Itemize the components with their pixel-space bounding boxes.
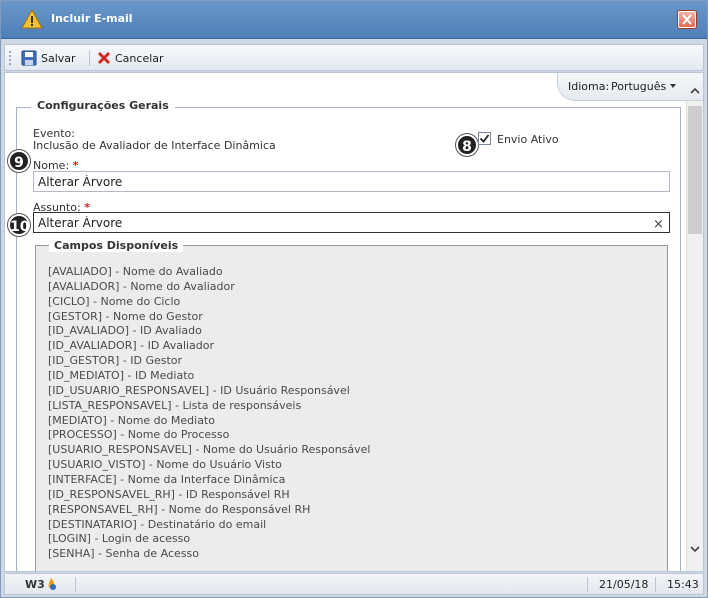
available-field-item: [USUARIO_VISTO] - Nome do Usuário Visto [48, 458, 282, 472]
toolbar-grip [9, 51, 11, 65]
name-input[interactable] [33, 171, 670, 192]
toolbar-separator [89, 50, 90, 66]
active-label: Envio Ativo [497, 133, 559, 146]
available-field-item: [AVALIADOR] - Nome do Avaliador [48, 279, 235, 293]
flame-logo-icon [48, 578, 56, 590]
available-fields-list: [AVALIADO] - Nome do Avaliado [AVALIADOR]… [48, 265, 371, 562]
available-field-item: [ID_AVALIADO] - ID Avaliado [48, 324, 202, 338]
available-field-item: [ID_USUARIO_RESPONSAVEL] - ID Usuário Re… [48, 383, 350, 397]
available-field-item: [MEDIATO] - Nome do Mediato [48, 413, 215, 427]
status-separator [655, 577, 656, 592]
available-field-item: [USUARIO_RESPONSAVEL] - Nome do Usuário … [48, 443, 371, 457]
step-badge-8: 8 [456, 134, 478, 156]
event-value: Inclusão de Avaliador de Interface Dinâm… [33, 139, 276, 152]
section-title: Configurações Gerais [31, 99, 175, 112]
available-field-item: [PROCESSO] - Nome do Processo [48, 428, 230, 442]
available-field-item: [CICLO] - Nome do Ciclo [48, 294, 181, 308]
scrollbar-thumb[interactable] [688, 106, 702, 234]
status-separator [75, 577, 76, 592]
toolbar: Salvar Cancelar [4, 44, 704, 71]
title-bar[interactable]: Incluir E-mail [1, 1, 707, 39]
floppy-disk-icon [21, 50, 37, 66]
checkmark-icon [479, 134, 490, 143]
window-title: Incluir E-mail [51, 12, 133, 25]
available-fields-title: Campos Disponíveis [49, 239, 184, 252]
close-button[interactable] [678, 11, 696, 28]
cancel-button[interactable]: Cancelar [97, 48, 164, 68]
available-field-item: [ID_MEDIATO] - ID Mediato [48, 369, 195, 383]
scroll-up-icon[interactable] [690, 86, 700, 96]
available-field-item: [AVALIADO] - Nome do Avaliado [48, 265, 223, 278]
step-badge-10: 10 [8, 214, 30, 236]
warning-icon [21, 9, 43, 29]
subject-input[interactable] [33, 212, 670, 233]
cancel-label: Cancelar [115, 51, 164, 65]
available-field-item: [ID_GESTOR] - ID Gestor [48, 354, 183, 368]
available-field-item: [SENHA] - Senha de Acesso [48, 547, 200, 561]
app-logo: W3 [25, 578, 45, 591]
language-select[interactable]: Português [611, 80, 666, 93]
available-field-item: [ID_RESPONSAVEL_RH] - ID Responsável RH [48, 487, 290, 501]
save-label: Salvar [41, 51, 76, 65]
scroll-down-icon[interactable] [690, 544, 700, 554]
form-panel: Idioma: Português Configurações Gerais E… [4, 72, 704, 572]
status-separator [587, 577, 588, 592]
status-bar: W3 21/05/18 15:43 [4, 573, 704, 595]
available-field-item: [DESTINATARIO] - Destinatário do email [48, 517, 267, 531]
available-field-item: [LISTA_RESPONSAVEL] - Lista de responsáv… [48, 398, 302, 412]
close-icon [682, 14, 692, 25]
available-field-item: [GESTOR] - Nome do Gestor [48, 309, 203, 323]
available-field-item: [INTERFACE] - Nome da Interface Dinâmica [48, 473, 286, 487]
available-field-item: [RESPONSAVEL_RH] - Nome do Responsável R… [48, 502, 311, 516]
clear-icon[interactable]: × [653, 217, 664, 232]
red-x-icon [97, 51, 111, 65]
available-field-item: [ID_AVALIADOR] - ID Avaliador [48, 339, 215, 353]
language-label: Idioma: [568, 80, 610, 93]
dialog-window: Incluir E-mail Salvar Cancelar Idioma: P… [0, 0, 708, 598]
save-button[interactable]: Salvar [21, 48, 76, 68]
step-badge-9: 9 [8, 150, 30, 172]
available-field-item: [LOGIN] - Login de acesso [48, 532, 191, 546]
active-checkbox[interactable] [478, 132, 491, 145]
chevron-down-icon[interactable] [670, 84, 676, 88]
status-date: 21/05/18 [599, 578, 649, 591]
status-time: 15:43 [667, 578, 699, 591]
